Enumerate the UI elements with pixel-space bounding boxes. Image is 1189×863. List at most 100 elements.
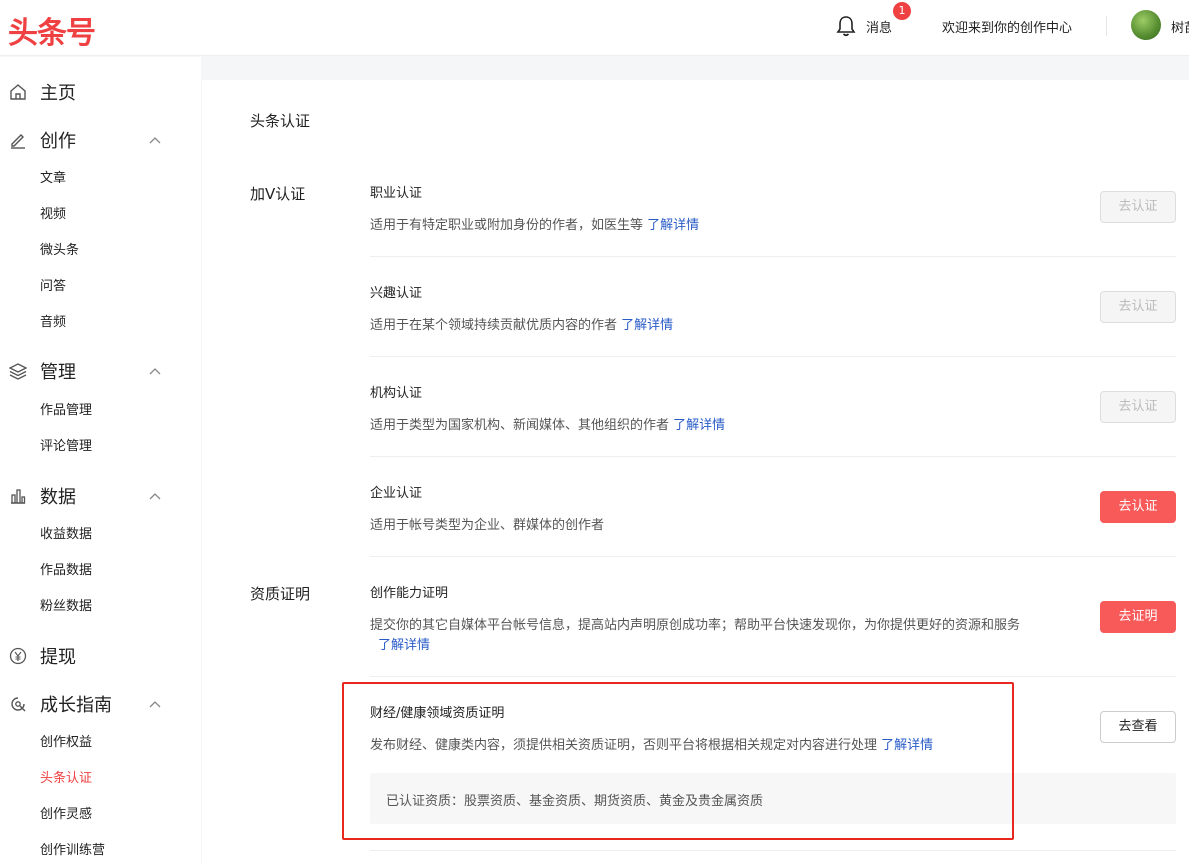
item-title: 财经/健康领域资质证明: [370, 706, 505, 721]
learn-more-link[interactable]: 了解详情: [647, 218, 699, 233]
nav-manage[interactable]: 管理: [0, 353, 201, 389]
item-title: 兴趣认证: [370, 286, 423, 301]
item-desc: 适用于类型为国家机构、新闻媒体、其他组织的作者 了解详情: [370, 414, 725, 433]
nav-manage-label: 管理: [40, 362, 76, 383]
item-title: 职业认证: [370, 186, 423, 201]
divider: [370, 256, 1176, 257]
nav-works-manage-label: 作品管理: [40, 403, 93, 418]
chevron-up-icon: [149, 368, 161, 375]
nav-inspiration-label: 创作灵感: [40, 807, 93, 822]
welcome-link[interactable]: 欢迎来到你的创作中心: [942, 17, 1072, 36]
main-panel: 头条认证 加V认证 资质证明 职业认证 适用于有特定职业或附加身份的作者，如医生…: [202, 80, 1189, 863]
nav-comments-manage[interactable]: 评论管理: [0, 431, 201, 459]
messages-button[interactable]: 消息 1: [836, 2, 911, 39]
divider: [370, 356, 1176, 357]
learn-more-link[interactable]: 了解详情: [621, 318, 673, 333]
learn-more-link[interactable]: 了解详情: [378, 638, 430, 653]
nav-training-camp[interactable]: 创作训练营: [0, 835, 201, 863]
nav-works-manage[interactable]: 作品管理: [0, 395, 201, 423]
nav-withdraw-label: 提现: [40, 647, 76, 668]
chevron-up-icon: [149, 493, 161, 500]
home-icon: [8, 82, 28, 102]
item-desc-text: 发布财经、健康类内容，须提供相关资质证明，否则平台将根据相关规定对内容进行处理: [370, 738, 878, 753]
logo[interactable]: 头条号: [8, 8, 96, 52]
divider: [370, 456, 1176, 457]
item-title: 企业认证: [370, 486, 423, 501]
item-desc-text: 适用于有特定职业或附加身份的作者，如医生等: [370, 218, 644, 233]
enterprise-verify-button[interactable]: 去认证: [1100, 491, 1176, 523]
nav-video[interactable]: 视频: [0, 199, 201, 227]
item-title: 机构认证: [370, 386, 423, 401]
nav-audio[interactable]: 音频: [0, 307, 201, 335]
chevron-up-icon: [149, 137, 161, 144]
header-divider: [1106, 16, 1107, 36]
divider: [370, 676, 1176, 677]
nav-article[interactable]: 文章: [0, 163, 201, 191]
nav-revenue-data[interactable]: 收益数据: [0, 519, 201, 547]
nav-training-camp-label: 创作训练营: [40, 843, 106, 858]
divider: [370, 850, 1176, 851]
section-qualification: 资质证明: [250, 585, 311, 603]
item-desc: 适用于帐号类型为企业、群媒体的创作者: [370, 518, 605, 533]
certified-qualifications-text: 已认证资质：股票资质、基金资质、期货资质、黄金及贵金属资质: [386, 794, 764, 809]
nav-works-data[interactable]: 作品数据: [0, 555, 201, 583]
unread-badge: 1: [893, 2, 911, 20]
nav-video-label: 视频: [40, 207, 67, 222]
nav-audio-label: 音频: [40, 315, 67, 330]
chevron-up-icon: [149, 701, 161, 708]
certified-qualifications-box: 已认证资质：股票资质、基金资质、期货资质、黄金及贵金属资质: [370, 773, 1176, 824]
bell-icon: [836, 16, 856, 37]
nav-revenue-data-label: 收益数据: [40, 527, 93, 542]
pencil-icon: [8, 130, 28, 150]
verify-button-disabled[interactable]: 去认证: [1100, 191, 1176, 223]
sidebar: 主页 创作 文章 视频 微头条 问答 音频 管理 作品管理 评论管理 数据 收益…: [0, 57, 201, 863]
nav-inspiration[interactable]: 创作灵感: [0, 799, 201, 827]
nav-qa[interactable]: 问答: [0, 271, 201, 299]
learn-more-link[interactable]: 了解详情: [673, 418, 725, 433]
nav-home[interactable]: 主页: [0, 74, 201, 110]
top-header: 头条号 消息 1 欢迎来到你的创作中心 树苗: [0, 0, 1189, 56]
learn-more-link[interactable]: 了解详情: [881, 738, 933, 753]
page-title: 头条认证: [250, 112, 311, 130]
item-desc: 适用于有特定职业或附加身份的作者，如医生等 了解详情: [370, 214, 699, 233]
growth-icon: [8, 694, 28, 714]
nav-withdraw[interactable]: 提现: [0, 638, 201, 674]
item-desc: 适用于在某个领域持续贡献优质内容的作者 了解详情: [370, 314, 673, 333]
nav-growth[interactable]: 成长指南: [0, 686, 201, 722]
bar-chart-icon: [8, 486, 28, 506]
messages-label: 消息: [866, 20, 893, 36]
nav-home-label: 主页: [40, 83, 76, 104]
view-button[interactable]: 去查看: [1100, 711, 1176, 743]
nav-create-label: 创作: [40, 131, 76, 152]
nav-creator-rights-label: 创作权益: [40, 735, 93, 750]
nav-growth-label: 成长指南: [40, 695, 112, 716]
nav-fans-data[interactable]: 粉丝数据: [0, 591, 201, 619]
section-v-verify: 加V认证: [250, 185, 306, 203]
verify-button-disabled[interactable]: 去认证: [1100, 391, 1176, 423]
creation-ability-prove-button[interactable]: 去证明: [1100, 601, 1176, 633]
nav-micro-post[interactable]: 微头条: [0, 235, 201, 263]
nav-data-label: 数据: [40, 487, 76, 508]
item-desc-link-line: 了解详情: [378, 634, 430, 653]
verify-button-disabled[interactable]: 去认证: [1100, 291, 1176, 323]
nav-qa-label: 问答: [40, 279, 67, 294]
avatar[interactable]: [1131, 10, 1161, 40]
nav-create[interactable]: 创作: [0, 122, 201, 158]
nav-data[interactable]: 数据: [0, 478, 201, 514]
yuan-coin-icon: [8, 646, 28, 666]
username[interactable]: 树苗: [1171, 17, 1189, 36]
item-title: 创作能力证明: [370, 586, 449, 601]
item-desc-text: 适用于在某个领域持续贡献优质内容的作者: [370, 318, 618, 333]
nav-comments-manage-label: 评论管理: [40, 439, 93, 454]
nav-fans-data-label: 粉丝数据: [40, 599, 93, 614]
layers-icon: [8, 361, 28, 381]
item-desc: 发布财经、健康类内容，须提供相关资质证明，否则平台将根据相关规定对内容进行处理 …: [370, 734, 933, 753]
nav-article-label: 文章: [40, 171, 67, 186]
nav-toutiao-verify[interactable]: 头条认证: [0, 763, 201, 791]
nav-toutiao-verify-label: 头条认证: [40, 771, 93, 786]
divider: [370, 556, 1176, 557]
item-desc: 提交你的其它自媒体平台帐号信息，提高站内声明原创成功率；帮助平台快速发现你，为你…: [370, 618, 1021, 633]
nav-works-data-label: 作品数据: [40, 563, 93, 578]
nav-creator-rights[interactable]: 创作权益: [0, 727, 201, 755]
item-desc-text: 适用于类型为国家机构、新闻媒体、其他组织的作者: [370, 418, 670, 433]
